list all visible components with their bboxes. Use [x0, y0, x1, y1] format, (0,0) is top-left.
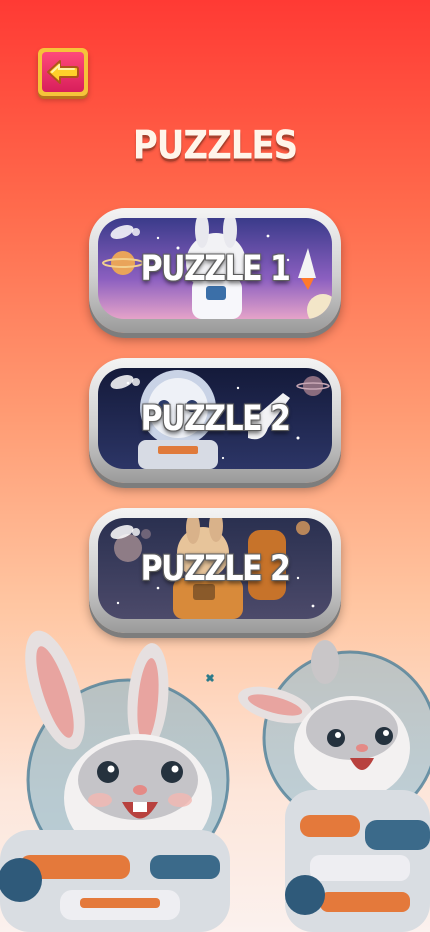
puzzle-1-button[interactable]: PUZZLE 1	[89, 208, 341, 333]
puzzle-3-label: PUZZLE 2	[140, 548, 291, 589]
gloss-highlight	[132, 378, 140, 386]
astronaut-bunnies-illustration	[0, 630, 430, 932]
puzzle-3-button[interactable]: PUZZLE 2	[89, 508, 341, 633]
puzzle-2-thumbnail: PUZZLE 2	[98, 368, 332, 469]
arrow-left-icon	[47, 60, 79, 84]
back-button-face	[42, 52, 84, 92]
puzzle-1-label: PUZZLE 1	[140, 248, 291, 289]
page-title: PUZZLES	[132, 123, 298, 169]
puzzle-2-button[interactable]: PUZZLE 2	[89, 358, 341, 483]
gloss-highlight	[132, 228, 140, 236]
back-button[interactable]	[38, 48, 88, 96]
puzzle-1-thumbnail: PUZZLE 1	[98, 218, 332, 319]
puzzle-2-label: PUZZLE 2	[140, 398, 291, 439]
puzzle-3-thumbnail: PUZZLE 2	[98, 518, 332, 619]
gloss-highlight	[132, 528, 140, 536]
